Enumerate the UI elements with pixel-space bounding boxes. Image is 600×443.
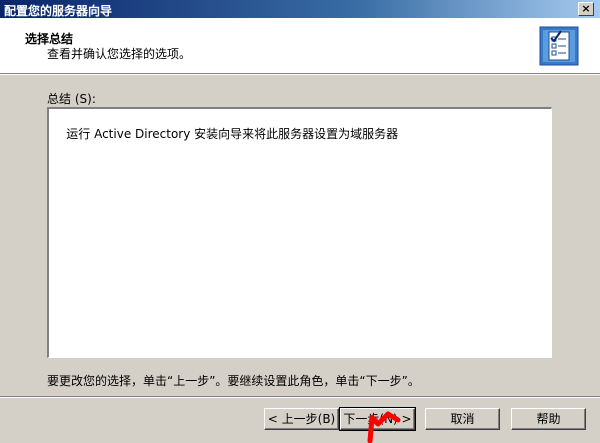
header-divider <box>0 73 600 75</box>
summary-label-mnemonic: (S): <box>74 92 96 106</box>
close-icon: × <box>581 2 591 15</box>
summary-textbox[interactable]: 运行 Active Directory 安装向导来将此服务器设置为域服务器 <box>47 107 552 358</box>
help-button[interactable]: 帮助 <box>511 408 586 430</box>
close-button[interactable]: × <box>578 2 594 16</box>
instruction-text: 要更改您的选择，单击“上一步”。要继续设置此角色，单击“下一步”。 <box>47 374 420 388</box>
summary-content: 运行 Active Directory 安装向导来将此服务器设置为域服务器 <box>66 127 399 141</box>
window-title: 配置您的服务器向导 <box>4 4 113 18</box>
summary-label-text: 总结 <box>47 92 72 106</box>
mouse-cursor-icon <box>367 411 401 443</box>
summary-label: 总结 (S): <box>47 90 96 107</box>
wizard-header: 选择总结 查看并确认您选择的选项。 <box>0 18 600 73</box>
wizard-window: 配置您的服务器向导 × 选择总结 查看并确认您选择的选项。 总结 (S): 运行… <box>0 0 600 443</box>
cancel-button[interactable]: 取消 <box>425 408 500 430</box>
page-subtitle: 查看并确认您选择的选项。 <box>47 47 192 61</box>
footer-divider <box>0 396 600 398</box>
wizard-checklist-icon <box>539 26 579 66</box>
back-button[interactable]: < 上一步(B) <box>264 408 339 430</box>
title-bar[interactable]: 配置您的服务器向导 × <box>0 0 600 18</box>
